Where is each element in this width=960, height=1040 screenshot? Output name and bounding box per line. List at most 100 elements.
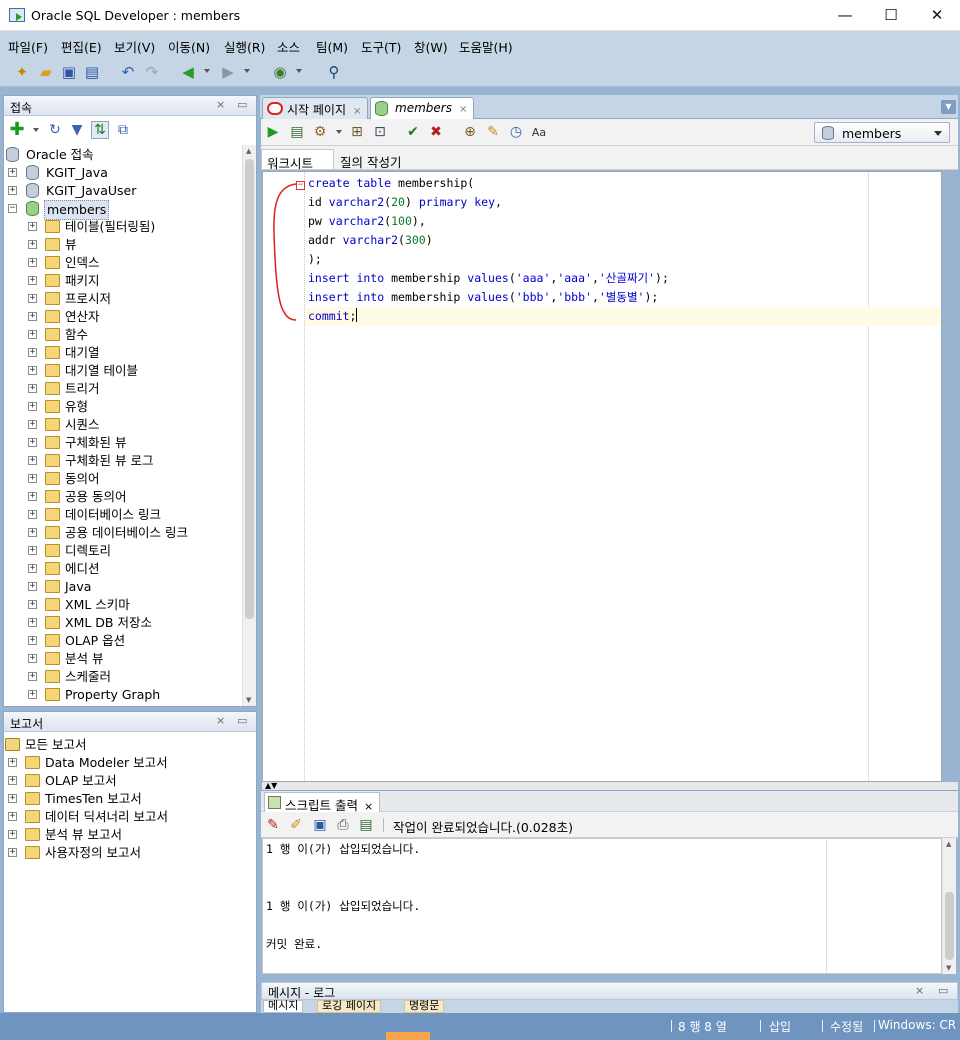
expand-icon[interactable]: + [28, 258, 37, 267]
menu-tools[interactable]: 도구(T) [361, 37, 401, 56]
format-case-icon[interactable]: Aa [530, 123, 548, 141]
expand-icon[interactable]: + [28, 348, 37, 357]
save-all-icon[interactable]: ▤ [82, 62, 102, 82]
connection-select[interactable]: members [814, 122, 950, 143]
splitter-arrows-icon[interactable]: ▲▼ [265, 782, 277, 790]
menu-window[interactable]: 창(W) [414, 37, 448, 56]
output-scroll-thumb[interactable] [945, 892, 954, 960]
sql-editor[interactable]: − create table membership( id varchar2(2… [262, 171, 942, 782]
expand-icon[interactable]: + [28, 330, 37, 339]
editor-output-splitter[interactable]: ▲▼ [262, 782, 958, 790]
scroll-down-icon[interactable]: ▼ [946, 964, 951, 972]
commit-icon[interactable]: ✔ [404, 123, 422, 141]
save-icon[interactable]: ▣ [311, 816, 329, 834]
collapse-all-icon[interactable]: ⧉ [114, 121, 132, 139]
expand-icon[interactable]: + [28, 528, 37, 537]
rollback-icon[interactable]: ✖ [427, 123, 445, 141]
collapse-icon[interactable]: − [8, 204, 17, 213]
panel-close-icon[interactable]: × [216, 714, 225, 727]
expand-icon[interactable]: + [28, 690, 37, 699]
back-dropdown-icon[interactable] [204, 69, 210, 73]
expand-icon[interactable]: + [28, 402, 37, 411]
menu-file[interactable]: 파일(F) [8, 37, 48, 56]
menu-help[interactable]: 도움말(H) [459, 37, 513, 56]
export-icon[interactable]: ▤ [357, 816, 375, 834]
forward-icon[interactable]: ▶ [218, 62, 238, 82]
expand-icon[interactable]: + [28, 672, 37, 681]
redo-icon[interactable]: ↷ [142, 62, 162, 82]
panel-close-icon[interactable]: × [915, 984, 924, 997]
expand-icon[interactable]: + [8, 758, 17, 767]
expand-icon[interactable]: + [28, 510, 37, 519]
expand-icon[interactable]: + [28, 456, 37, 465]
scroll-up-icon[interactable]: ▲ [246, 147, 251, 155]
maximize-button[interactable]: ☐ [868, 0, 914, 31]
add-connection-dropdown-icon[interactable] [33, 128, 39, 132]
eraser-icon[interactable]: ✐ [287, 816, 305, 834]
panel-minimize-icon[interactable]: ▭ [938, 984, 948, 997]
panel-minimize-icon[interactable]: ▭ [237, 714, 247, 727]
expand-icon[interactable]: + [28, 222, 37, 231]
autotrace-icon[interactable]: ⚙ [311, 123, 329, 141]
explain-plan-icon[interactable]: ⊞ [348, 123, 366, 141]
schema-browser-icon[interactable]: ⇅ [91, 121, 109, 139]
close-tab-icon[interactable]: × [459, 104, 467, 115]
close-tab-icon[interactable]: × [353, 106, 361, 117]
pin-icon[interactable]: ✎ [264, 816, 282, 834]
tab-messages[interactable]: 메시지 [263, 1000, 304, 1013]
connections-scroll-thumb[interactable] [245, 159, 254, 619]
add-connection-icon[interactable]: ✚ [8, 121, 26, 139]
expand-icon[interactable]: + [28, 294, 37, 303]
save-icon[interactable]: ▣ [59, 62, 79, 82]
expand-icon[interactable]: + [8, 794, 17, 803]
expand-icon[interactable]: + [28, 600, 37, 609]
menu-run[interactable]: 실행(R) [224, 37, 265, 56]
menu-team[interactable]: 팀(M) [316, 37, 348, 56]
open-folder-icon[interactable]: ▰ [36, 62, 56, 82]
tab-list-dropdown-icon[interactable]: ▼ [941, 100, 956, 114]
script-output-area[interactable]: 1 행 이(가) 삽입되었습니다. 1 행 이(가) 삽입되었습니다. 커밋 완… [262, 838, 942, 974]
panel-close-icon[interactable]: × [216, 98, 225, 111]
sql-worksheet-dropdown-icon[interactable] [296, 69, 302, 73]
tab-worksheet[interactable]: 워크시트 [261, 149, 334, 171]
tab-start-page[interactable]: 시작 페이지 × [262, 97, 369, 119]
clear-icon[interactable]: ✎ [484, 123, 502, 141]
minimize-button[interactable]: — [822, 0, 868, 31]
expand-icon[interactable]: + [28, 384, 37, 393]
tab-statements[interactable]: 명령문 [404, 1000, 445, 1013]
menu-edit[interactable]: 편집(E) [61, 37, 102, 56]
tab-script-output[interactable]: 스크립트 출력 × [264, 792, 381, 813]
expand-icon[interactable]: + [8, 848, 17, 857]
sql-worksheet-icon[interactable]: ◉ [270, 62, 290, 82]
expand-icon[interactable]: + [28, 654, 37, 663]
sql-tuning-icon[interactable]: ⊡ [371, 123, 389, 141]
expand-icon[interactable]: + [28, 636, 37, 645]
expand-icon[interactable]: + [28, 240, 37, 249]
expand-icon[interactable]: + [28, 492, 37, 501]
expand-icon[interactable]: + [28, 276, 37, 285]
autotrace-dropdown-icon[interactable] [336, 130, 342, 134]
menu-source[interactable]: 소스 [277, 37, 300, 56]
tab-logging-page[interactable]: 로깅 페이지 [317, 1000, 382, 1013]
refresh-icon[interactable]: ↻ [46, 121, 64, 139]
print-icon[interactable]: ⎙ [334, 816, 352, 834]
expand-icon[interactable]: + [28, 312, 37, 321]
new-file-icon[interactable]: ✦ [12, 62, 32, 82]
expand-icon[interactable]: + [8, 186, 17, 195]
forward-dropdown-icon[interactable] [244, 69, 250, 73]
expand-icon[interactable]: + [28, 438, 37, 447]
expand-icon[interactable]: + [28, 420, 37, 429]
tab-query-builder[interactable]: 질의 작성기 [335, 150, 406, 170]
run-statement-icon[interactable]: ▶ [264, 123, 282, 141]
undo-icon[interactable]: ↶ [118, 62, 138, 82]
menu-view[interactable]: 보기(V) [114, 37, 155, 56]
expand-icon[interactable]: + [8, 776, 17, 785]
menu-navigate[interactable]: 이동(N) [168, 37, 210, 56]
expand-icon[interactable]: + [28, 366, 37, 375]
scroll-down-icon[interactable]: ▼ [246, 696, 251, 704]
close-button[interactable]: ✕ [914, 0, 960, 31]
panel-minimize-icon[interactable]: ▭ [237, 98, 247, 111]
connections-scrollbar[interactable]: ▲ ▼ [242, 145, 256, 706]
unshared-sql-icon[interactable]: ⊕ [461, 123, 479, 141]
run-script-icon[interactable]: ▤ [288, 123, 306, 141]
